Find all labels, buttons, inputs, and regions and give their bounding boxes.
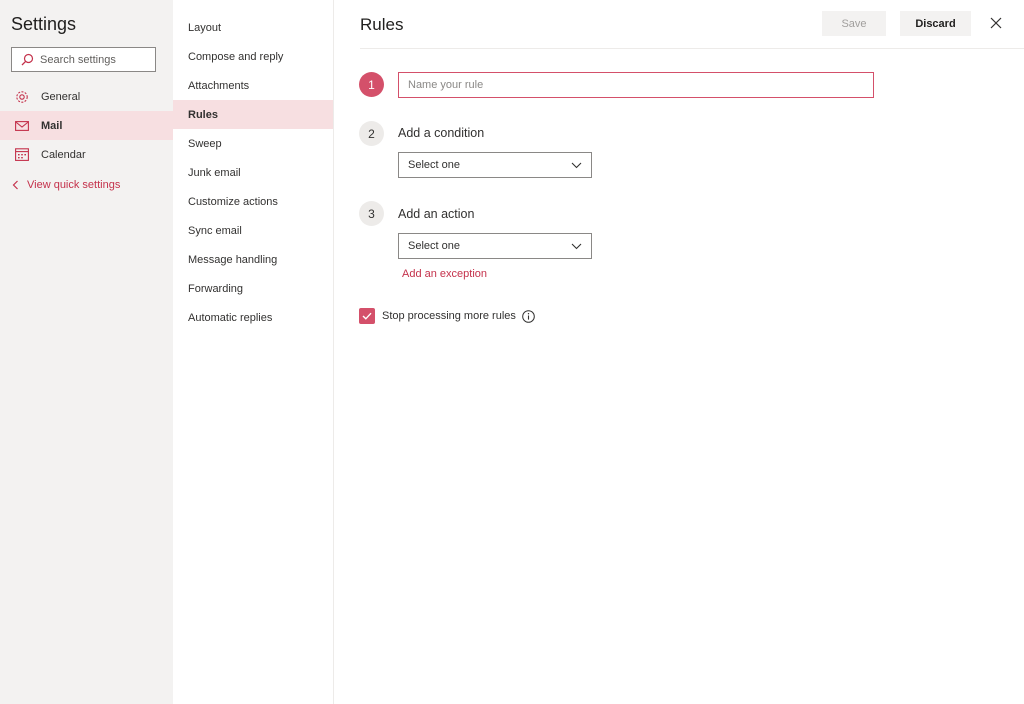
mail-icon	[15, 120, 29, 131]
stop-processing-checkbox[interactable]	[359, 308, 375, 324]
action-dropdown-value: Select one	[408, 240, 460, 252]
settings-sidebar: Settings General Mail Calen	[0, 0, 173, 704]
add-action-label: Add an action	[398, 207, 475, 221]
search-settings-box[interactable]	[11, 47, 156, 72]
nav-item-rules[interactable]: Rules	[173, 100, 333, 129]
rule-name-input[interactable]	[398, 72, 874, 98]
discard-button[interactable]: Discard	[900, 11, 971, 36]
close-icon	[990, 17, 1002, 29]
category-mail[interactable]: Mail	[0, 111, 173, 140]
info-button[interactable]	[522, 309, 535, 323]
nav-item-junk-email[interactable]: Junk email	[173, 158, 333, 187]
mail-settings-nav: Layout Compose and reply Attachments Rul…	[173, 0, 334, 704]
page-title: Rules	[360, 15, 404, 34]
condition-dropdown-value: Select one	[408, 159, 460, 171]
chevron-down-icon	[571, 162, 582, 168]
nav-item-sync-email[interactable]: Sync email	[173, 216, 333, 245]
calendar-icon	[15, 148, 29, 161]
category-mail-label: Mail	[41, 119, 63, 132]
step-2-badge: 2	[359, 121, 384, 146]
nav-item-compose-and-reply[interactable]: Compose and reply	[173, 42, 333, 71]
stop-processing-row: Stop processing more rules	[359, 308, 535, 324]
search-icon	[21, 53, 34, 66]
add-condition-label: Add a condition	[398, 126, 485, 140]
checkmark-icon	[362, 312, 372, 320]
chevron-left-icon	[12, 180, 18, 190]
nav-item-automatic-replies[interactable]: Automatic replies	[173, 303, 333, 332]
step-3-badge: 3	[359, 201, 384, 226]
view-quick-settings-link[interactable]: View quick settings	[12, 179, 120, 191]
nav-item-attachments[interactable]: Attachments	[173, 71, 333, 100]
chevron-down-icon	[571, 243, 582, 249]
category-calendar[interactable]: Calendar	[0, 140, 173, 169]
search-settings-input[interactable]	[40, 53, 140, 66]
category-general-label: General	[41, 90, 81, 103]
header-divider	[360, 48, 1024, 49]
view-quick-settings-label: View quick settings	[27, 179, 121, 191]
settings-title: Settings	[11, 14, 77, 34]
category-general[interactable]: General	[0, 82, 173, 111]
category-calendar-label: Calendar	[41, 148, 86, 161]
add-exception-link[interactable]: Add an exception	[402, 268, 487, 280]
nav-item-forwarding[interactable]: Forwarding	[173, 274, 333, 303]
nav-item-layout[interactable]: Layout	[173, 13, 333, 42]
nav-item-customize-actions[interactable]: Customize actions	[173, 187, 333, 216]
close-button[interactable]	[986, 13, 1006, 33]
action-dropdown[interactable]: Select one	[398, 233, 592, 259]
nav-item-sweep[interactable]: Sweep	[173, 129, 333, 158]
info-icon	[522, 309, 535, 323]
step-1-badge: 1	[359, 72, 384, 97]
condition-dropdown[interactable]: Select one	[398, 152, 592, 178]
gear-icon	[16, 90, 28, 103]
nav-item-message-handling[interactable]: Message handling	[173, 245, 333, 274]
save-button[interactable]: Save	[822, 11, 886, 36]
rules-panel: Rules Save Discard 1 2 Add a condition S…	[334, 0, 1024, 704]
stop-processing-label: Stop processing more rules	[382, 310, 516, 322]
